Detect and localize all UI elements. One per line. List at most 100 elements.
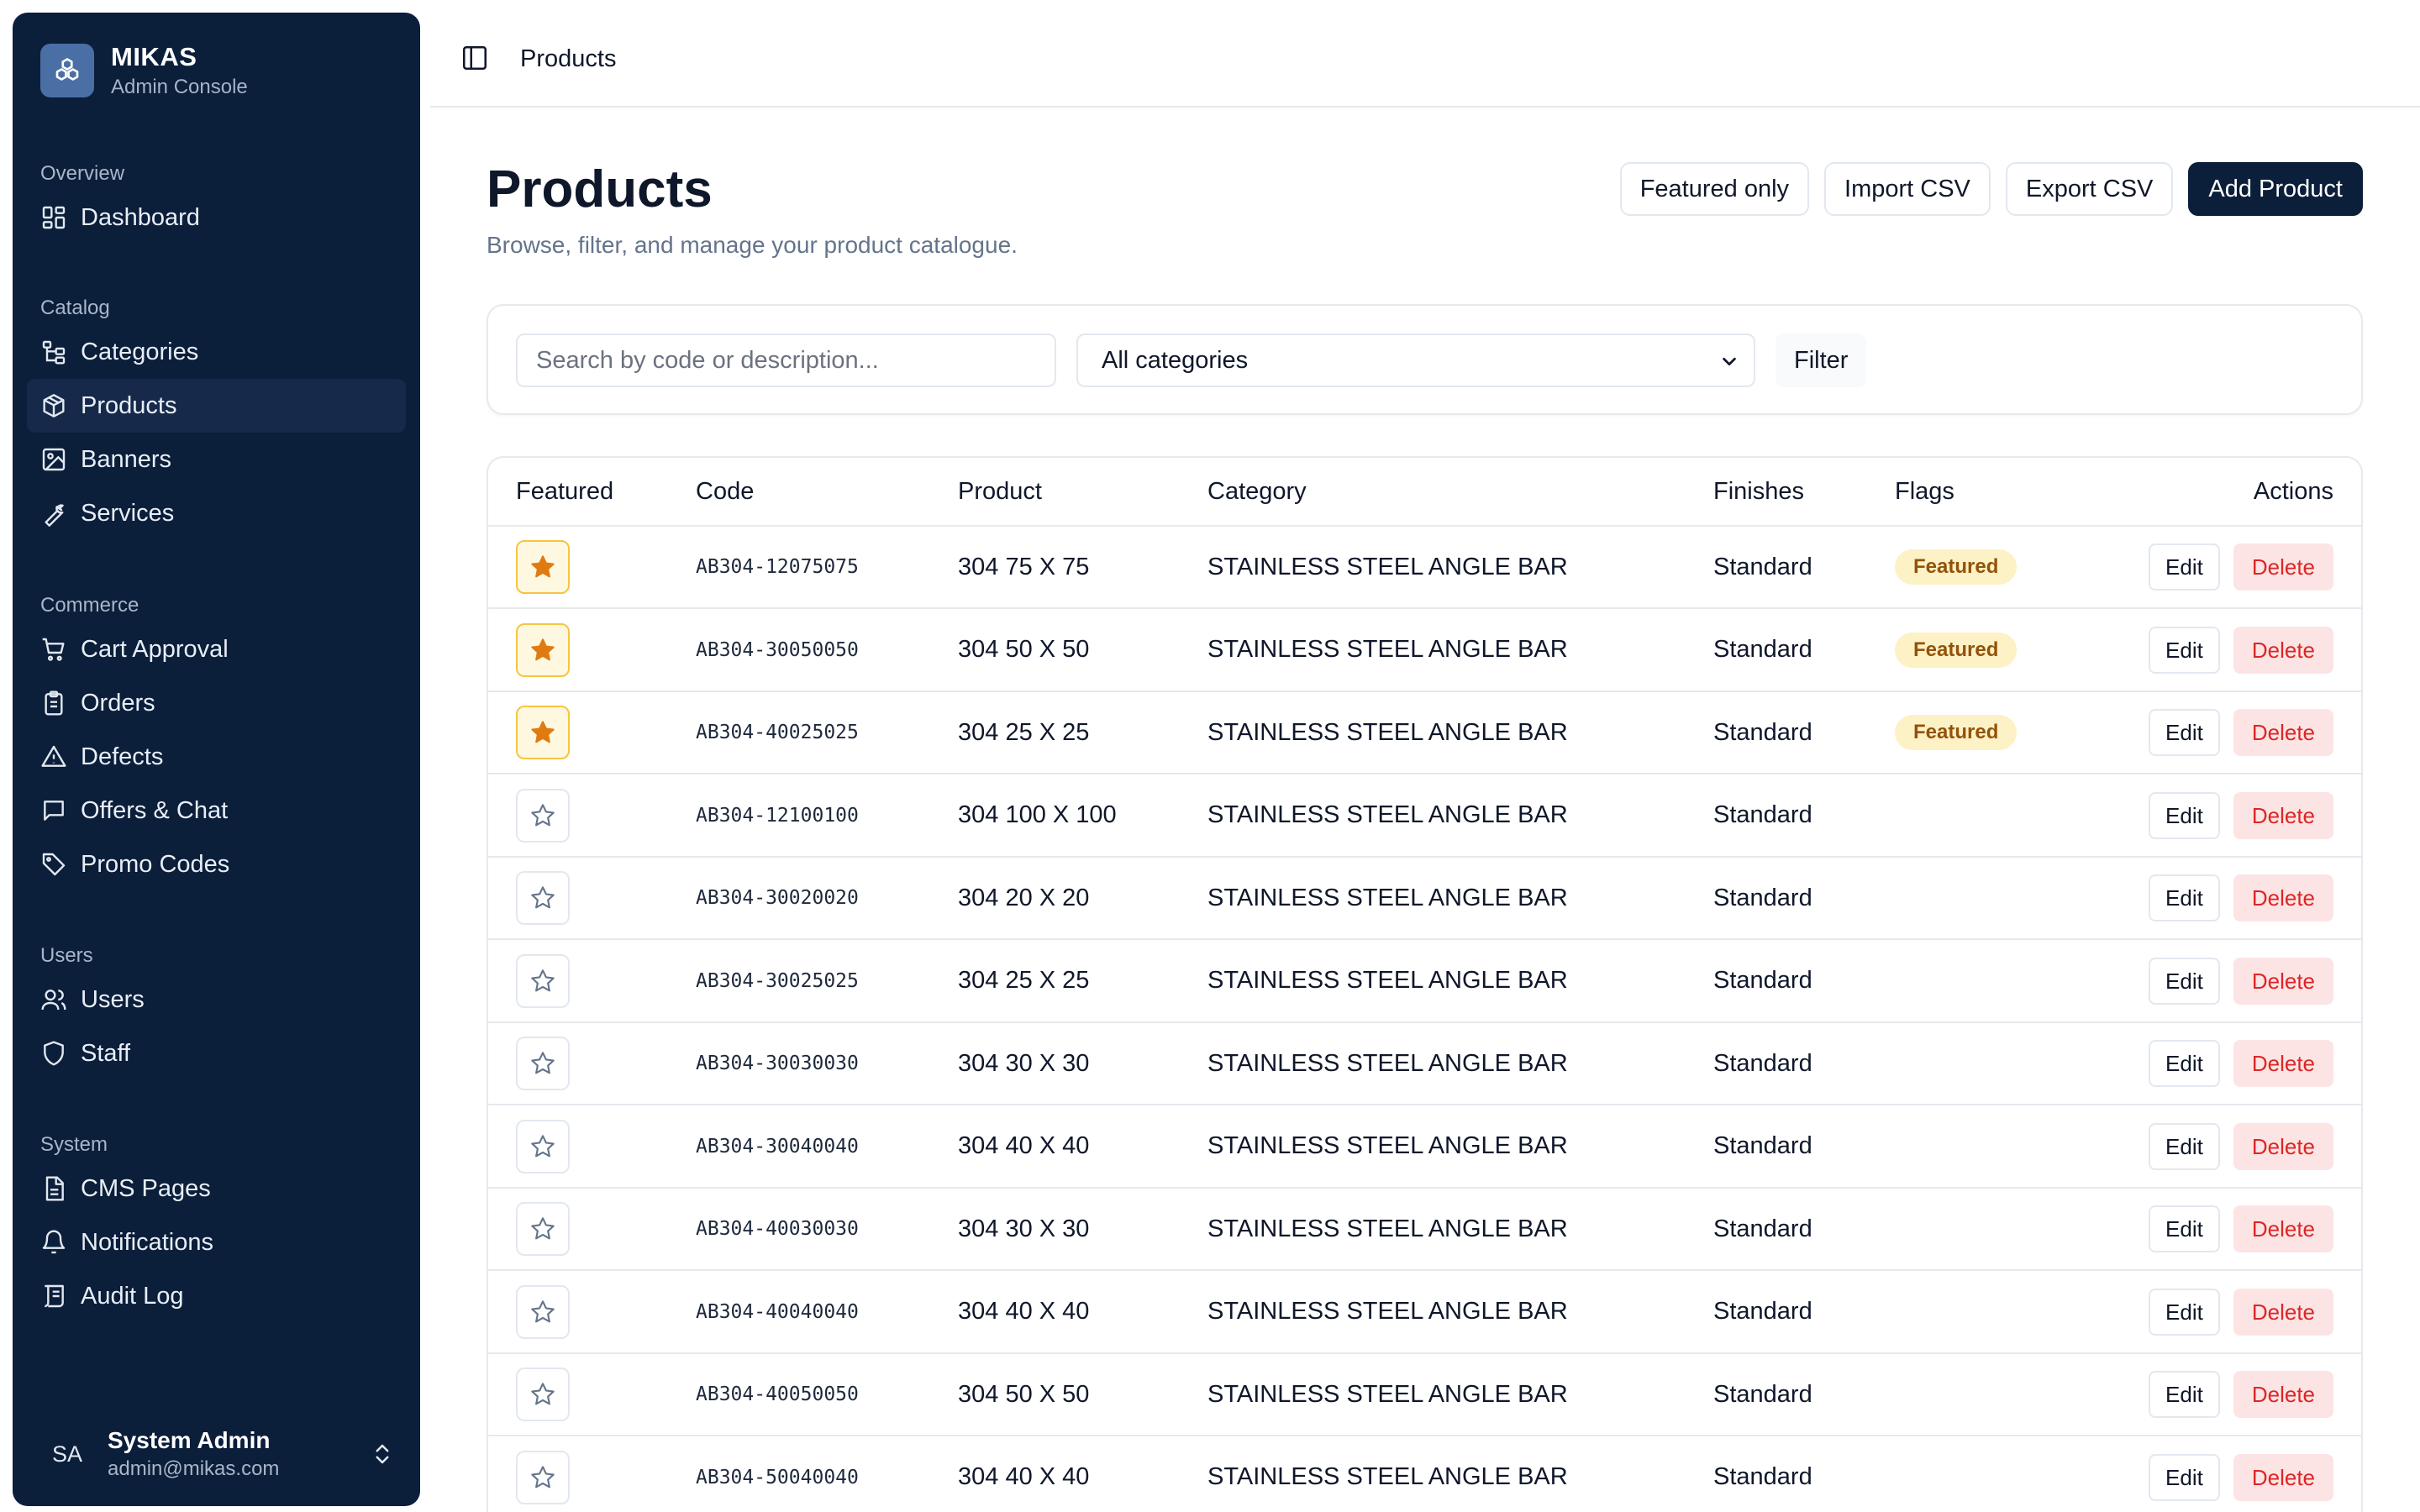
delete-button[interactable]: Delete: [2233, 709, 2333, 756]
edit-button[interactable]: Edit: [2149, 1205, 2220, 1252]
sidebar-item-products[interactable]: Products: [27, 379, 406, 433]
actions-cell: Edit Delete: [2149, 692, 2333, 773]
finishes-cell: Standard: [1713, 884, 1812, 911]
edit-button[interactable]: Edit: [2149, 709, 2220, 756]
actions-cell: Edit Delete: [2149, 941, 2333, 1021]
featured-toggle-button[interactable]: [516, 622, 570, 677]
column-header-category[interactable]: Category: [1207, 478, 1307, 506]
sidebar-item-cart-approval[interactable]: Cart Approval: [27, 622, 406, 676]
sidebar-item-orders[interactable]: Orders: [27, 676, 406, 730]
topbar: Products: [430, 0, 2420, 108]
edit-button[interactable]: Edit: [2149, 626, 2220, 674]
delete-button[interactable]: Delete: [2233, 1122, 2333, 1170]
sidebar-item-banners[interactable]: Banners: [27, 433, 406, 486]
sidebar-toggle-icon[interactable]: [460, 44, 489, 72]
delete-button[interactable]: Delete: [2233, 626, 2333, 674]
delete-button[interactable]: Delete: [2233, 874, 2333, 921]
featured-toggle-button[interactable]: [516, 1202, 570, 1256]
sidebar-item-label: Offers & Chat: [81, 796, 229, 824]
search-input[interactable]: [516, 333, 1056, 387]
featured-cell: [516, 858, 570, 938]
sidebar-item-audit-log[interactable]: Audit Log: [27, 1269, 406, 1323]
edit-button[interactable]: Edit: [2149, 874, 2220, 921]
export-csv-button[interactable]: Export CSV: [2005, 162, 2174, 216]
edit-button[interactable]: Edit: [2149, 1288, 2220, 1336]
sidebar-item-users[interactable]: Users: [27, 973, 406, 1026]
featured-only-button[interactable]: Featured only: [1619, 162, 1810, 216]
featured-toggle-button[interactable]: [516, 540, 570, 594]
sidebar-item-defects[interactable]: Defects: [27, 730, 406, 784]
delete-button[interactable]: Delete: [2233, 1205, 2333, 1252]
featured-toggle-button[interactable]: [516, 1119, 570, 1173]
column-header-flags[interactable]: Flags: [1895, 478, 1954, 506]
edit-button[interactable]: Edit: [2149, 1122, 2220, 1170]
product-cell: 304 75 X 75: [958, 553, 1090, 580]
featured-badge: Featured: [1895, 632, 2018, 668]
sidebar-item-dashboard[interactable]: Dashboard: [27, 191, 406, 244]
product-cell: 304 30 X 30: [958, 1215, 1090, 1242]
column-header-product[interactable]: Product: [958, 478, 1042, 506]
edit-button[interactable]: Edit: [2149, 543, 2220, 591]
edit-button[interactable]: Edit: [2149, 1453, 2220, 1501]
add-product-button[interactable]: Add Product: [2188, 162, 2363, 216]
nav-section-system: System CMS Pages Notifications Audit Log: [13, 1128, 420, 1323]
nav-heading: System: [40, 1133, 108, 1156]
delete-button[interactable]: Delete: [2233, 957, 2333, 1005]
delete-button[interactable]: Delete: [2233, 791, 2333, 839]
featured-toggle-button[interactable]: [516, 1037, 570, 1090]
featured-toggle-button[interactable]: [516, 1368, 570, 1421]
featured-toggle-button[interactable]: [516, 1450, 570, 1504]
delete-button[interactable]: Delete: [2233, 543, 2333, 591]
sidebar-item-staff[interactable]: Staff: [27, 1026, 406, 1080]
sidebar-item-services[interactable]: Services: [27, 486, 406, 540]
import-csv-button[interactable]: Import CSV: [1824, 162, 1991, 216]
edit-button[interactable]: Edit: [2149, 957, 2220, 1005]
featured-toggle-button[interactable]: [516, 953, 570, 1008]
delete-button[interactable]: Delete: [2233, 1371, 2333, 1418]
column-header-code[interactable]: Code: [696, 478, 754, 506]
featured-cell: [516, 1272, 570, 1352]
column-header-finishes[interactable]: Finishes: [1713, 478, 1804, 506]
chat-icon: [44, 801, 64, 821]
featured-toggle-button[interactable]: [516, 788, 570, 843]
sidebar-item-promo-codes[interactable]: Promo Codes: [27, 837, 406, 891]
featured-toggle-button[interactable]: [516, 871, 570, 925]
shield-icon: [44, 1041, 64, 1066]
sidebar-item-offers-chat[interactable]: Offers & Chat: [27, 784, 406, 837]
delete-button[interactable]: Delete: [2233, 1040, 2333, 1087]
sidebar-item-notifications[interactable]: Notifications: [27, 1215, 406, 1269]
featured-cell: [516, 775, 570, 856]
column-header-featured[interactable]: Featured: [516, 478, 613, 506]
featured-toggle-button[interactable]: [516, 706, 570, 759]
page-subtitle: Browse, filter, and manage your product …: [487, 232, 1018, 258]
sidebar-item-label: Dashboard: [81, 203, 200, 231]
edit-button[interactable]: Edit: [2149, 1371, 2220, 1418]
nav-heading: Overview: [40, 162, 125, 185]
product-cell: 304 30 X 30: [958, 1049, 1090, 1077]
sidebar-item-label: Staff: [81, 1039, 131, 1067]
log-icon: [45, 1284, 64, 1308]
tree-icon: [42, 340, 66, 365]
brand[interactable]: MIKAS Admin Console: [40, 42, 248, 99]
flags-cell: Featured: [1895, 610, 2018, 690]
product-cell: 304 50 X 50: [958, 636, 1090, 663]
delete-button[interactable]: Delete: [2233, 1288, 2333, 1336]
sidebar-item-categories[interactable]: Categories: [27, 325, 406, 379]
nav-section-users: Users Users Staff: [13, 939, 420, 1080]
flags-cell: Featured: [1895, 527, 2018, 607]
sidebar-item-label: Orders: [81, 689, 155, 717]
sidebar-item-cms-pages[interactable]: CMS Pages: [27, 1162, 406, 1215]
brand-name: MIKAS: [111, 42, 197, 71]
delete-button[interactable]: Delete: [2233, 1453, 2333, 1501]
edit-button[interactable]: Edit: [2149, 1040, 2220, 1087]
category-select[interactable]: All categories: [1076, 333, 1755, 387]
user-email: admin@mikas.com: [108, 1457, 280, 1480]
user-menu[interactable]: SA System Admin admin@mikas.com: [40, 1427, 395, 1481]
image-icon: [42, 448, 66, 471]
finishes-cell: Standard: [1713, 1132, 1812, 1159]
clipboard-icon: [45, 690, 63, 716]
featured-toggle-button[interactable]: [516, 1284, 570, 1339]
edit-button[interactable]: Edit: [2149, 791, 2220, 839]
filter-button[interactable]: Filter: [1776, 333, 1867, 387]
flags-cell: Featured: [1895, 692, 2018, 773]
